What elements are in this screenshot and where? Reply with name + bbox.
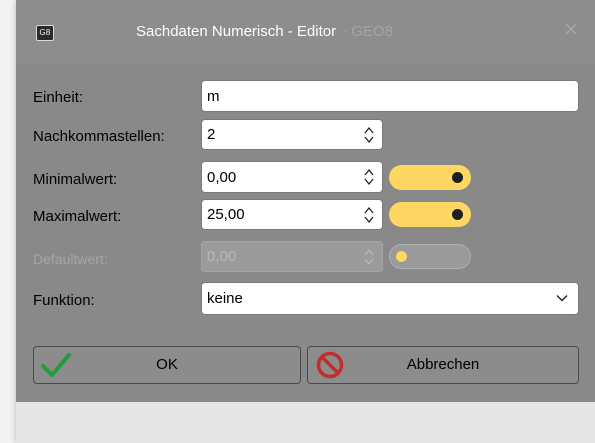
defaultwert-label: Defaultwert: <box>33 251 108 267</box>
funktion-label: Funktion: <box>33 292 95 309</box>
defaultwert-toggle <box>389 244 471 269</box>
spin-arrows-icon[interactable] <box>364 125 374 145</box>
maximalwert-toggle[interactable] <box>389 202 471 227</box>
defaultwert-value: 0,00 <box>207 248 237 265</box>
cancel-button-label: Abbrechen <box>406 356 480 373</box>
close-button[interactable] <box>561 22 581 42</box>
ok-button[interactable]: OK <box>33 346 301 384</box>
spin-arrows-icon[interactable] <box>364 167 374 187</box>
editor-dialog: G8 Sachdaten Numerisch - Editor - GEO8 Ei… <box>16 0 595 443</box>
status-area <box>16 402 595 443</box>
spin-arrows-icon <box>364 248 374 266</box>
app-icon: G8 <box>36 25 54 41</box>
toggle-knob <box>396 251 407 262</box>
spin-arrows-icon[interactable] <box>364 205 374 225</box>
ok-button-label: OK <box>156 356 178 373</box>
close-icon <box>565 23 577 35</box>
minimalwert-value: 0,00 <box>207 168 237 186</box>
nachkommastellen-value: 2 <box>207 126 216 143</box>
minimalwert-spinbox[interactable]: 0,00 <box>201 161 383 193</box>
toggle-knob <box>452 172 463 183</box>
defaultwert-spinbox: 0,00 <box>201 241 383 272</box>
funktion-value: keine <box>207 290 243 307</box>
nachkommastellen-label: Nachkommastellen: <box>33 128 165 145</box>
maximalwert-spinbox[interactable]: 25,00 <box>201 199 383 230</box>
window-title-suffix: - GEO8 <box>342 23 393 40</box>
maximalwert-label: Maximalwert: <box>33 208 122 225</box>
nachkommastellen-spinbox[interactable]: 2 <box>201 119 383 150</box>
funktion-select[interactable]: keine <box>201 282 579 315</box>
window-title-text: Sachdaten Numerisch - Editor <box>136 23 337 40</box>
chevron-down-icon <box>556 295 568 302</box>
minimalwert-label: Minimalwert: <box>33 171 118 188</box>
einheit-input[interactable]: m <box>201 80 579 112</box>
maximalwert-value: 25,00 <box>207 206 245 223</box>
title-bar[interactable]: G8 Sachdaten Numerisch - Editor - GEO8 <box>16 0 595 64</box>
window-title: Sachdaten Numerisch - Editor - GEO8 <box>136 0 393 64</box>
form-area: Einheit: m Nachkommastellen: 2 Minimalwe… <box>16 64 595 402</box>
einheit-label: Einheit: <box>33 89 84 106</box>
cancel-button[interactable]: Abbrechen <box>307 346 579 384</box>
minimalwert-toggle[interactable] <box>389 165 471 190</box>
toggle-knob <box>452 209 463 220</box>
einheit-value: m <box>207 87 220 105</box>
